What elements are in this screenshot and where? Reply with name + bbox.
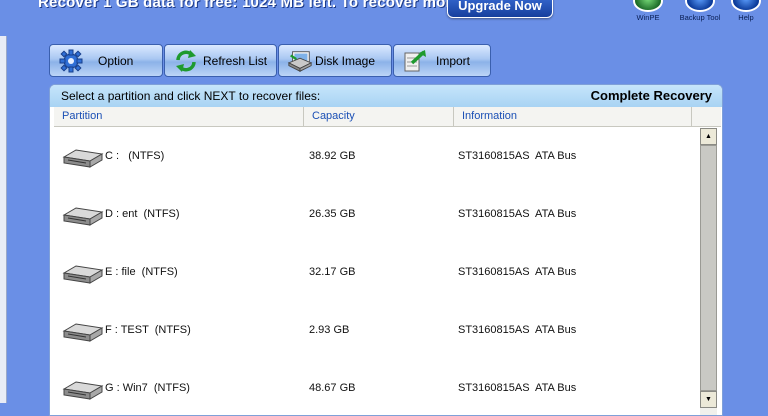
panel-instruction: Select a partition and click NEXT to rec… [61, 89, 321, 103]
partition-information: ST3160815AS ATA Bus [458, 150, 577, 162]
option-label: Option [98, 53, 134, 68]
partition-capacity: 48.67 GB [309, 382, 356, 394]
hard-drive-icon [62, 381, 104, 400]
column-header-information[interactable]: Information [454, 107, 692, 126]
hard-drive-icon [62, 149, 104, 168]
winpe-icon [633, 0, 663, 12]
refresh-list-label: Refresh List [203, 53, 268, 68]
disk-image-icon [287, 49, 313, 73]
help-label: Help [738, 13, 754, 22]
partition-capacity: 32.17 GB [309, 266, 356, 278]
partition-name: G : Win7 (NTFS) [105, 382, 190, 394]
backup-tool-icon [685, 0, 715, 12]
column-header-filler [692, 107, 721, 126]
winpe-label: WinPE [636, 13, 660, 22]
partition-name: D : ent (NTFS) [105, 208, 180, 220]
gear-icon [58, 49, 84, 73]
partition-name: C : (NTFS) [105, 150, 165, 162]
import-button[interactable]: Import [393, 44, 491, 77]
partition-capacity: 26.35 GB [309, 208, 356, 220]
panel-title: Complete Recovery [590, 88, 712, 103]
scroll-thumb[interactable] [700, 145, 717, 391]
partition-information: ST3160815AS ATA Bus [458, 324, 577, 336]
column-header-partition[interactable]: Partition [54, 107, 304, 126]
scroll-down-arrow-icon[interactable]: ▼ [700, 391, 717, 408]
partition-list: C : (NTFS) 38.92 GB ST3160815AS ATA Bus … [54, 127, 700, 415]
partition-name: E : file (NTFS) [105, 266, 178, 278]
import-label: Import [436, 53, 471, 68]
toolbar: Option Refresh List Disk Image Import [49, 44, 492, 79]
partition-row[interactable]: C : (NTFS) 38.92 GB ST3160815AS ATA Bus [54, 127, 700, 185]
hard-drive-icon [62, 265, 104, 284]
disk-image-label: Disk Image [315, 53, 376, 68]
disk-image-button[interactable]: Disk Image [278, 44, 392, 77]
promo-text: Recover 1 GB data for free: 1024 MB left… [38, 0, 465, 11]
refresh-list-button[interactable]: Refresh List [164, 44, 277, 77]
partition-panel: Select a partition and click NEXT to rec… [49, 84, 723, 416]
partition-information: ST3160815AS ATA Bus [458, 382, 577, 394]
refresh-icon [173, 49, 199, 73]
left-window-edge [0, 36, 7, 403]
winpe-button[interactable]: WinPE [628, 0, 668, 22]
column-header-row: Partition Capacity Information [54, 107, 721, 127]
partition-information: ST3160815AS ATA Bus [458, 208, 577, 220]
backup-tool-label: Backup Tool [679, 13, 721, 22]
upgrade-now-button[interactable]: Upgrade Now [447, 0, 553, 18]
hard-drive-icon [62, 207, 104, 226]
top-tools: WinPE Backup Tool Help [622, 0, 761, 22]
import-icon [402, 49, 428, 73]
backup-tool-button[interactable]: Backup Tool [674, 0, 726, 22]
column-header-capacity[interactable]: Capacity [304, 107, 454, 126]
help-icon [731, 0, 761, 12]
help-button[interactable]: Help [731, 0, 761, 22]
partition-name: F : TEST (NTFS) [105, 324, 191, 336]
hard-drive-icon [62, 323, 104, 342]
partition-information: ST3160815AS ATA Bus [458, 266, 577, 278]
top-bar: Recover 1 GB data for free: 1024 MB left… [0, 0, 768, 36]
partition-row[interactable]: E : file (NTFS) 32.17 GB ST3160815AS ATA… [54, 243, 700, 301]
vertical-scrollbar[interactable]: ▲ ▼ [700, 128, 717, 415]
option-button[interactable]: Option [49, 44, 163, 77]
scroll-up-arrow-icon[interactable]: ▲ [700, 128, 717, 145]
partition-capacity: 38.92 GB [309, 150, 356, 162]
partition-row[interactable]: F : TEST (NTFS) 2.93 GB ST3160815AS ATA … [54, 301, 700, 359]
partition-capacity: 2.93 GB [309, 324, 350, 336]
partition-row[interactable]: G : Win7 (NTFS) 48.67 GB ST3160815AS ATA… [54, 359, 700, 415]
panel-header: Select a partition and click NEXT to rec… [50, 85, 722, 107]
partition-row[interactable]: D : ent (NTFS) 26.35 GB ST3160815AS ATA … [54, 185, 700, 243]
